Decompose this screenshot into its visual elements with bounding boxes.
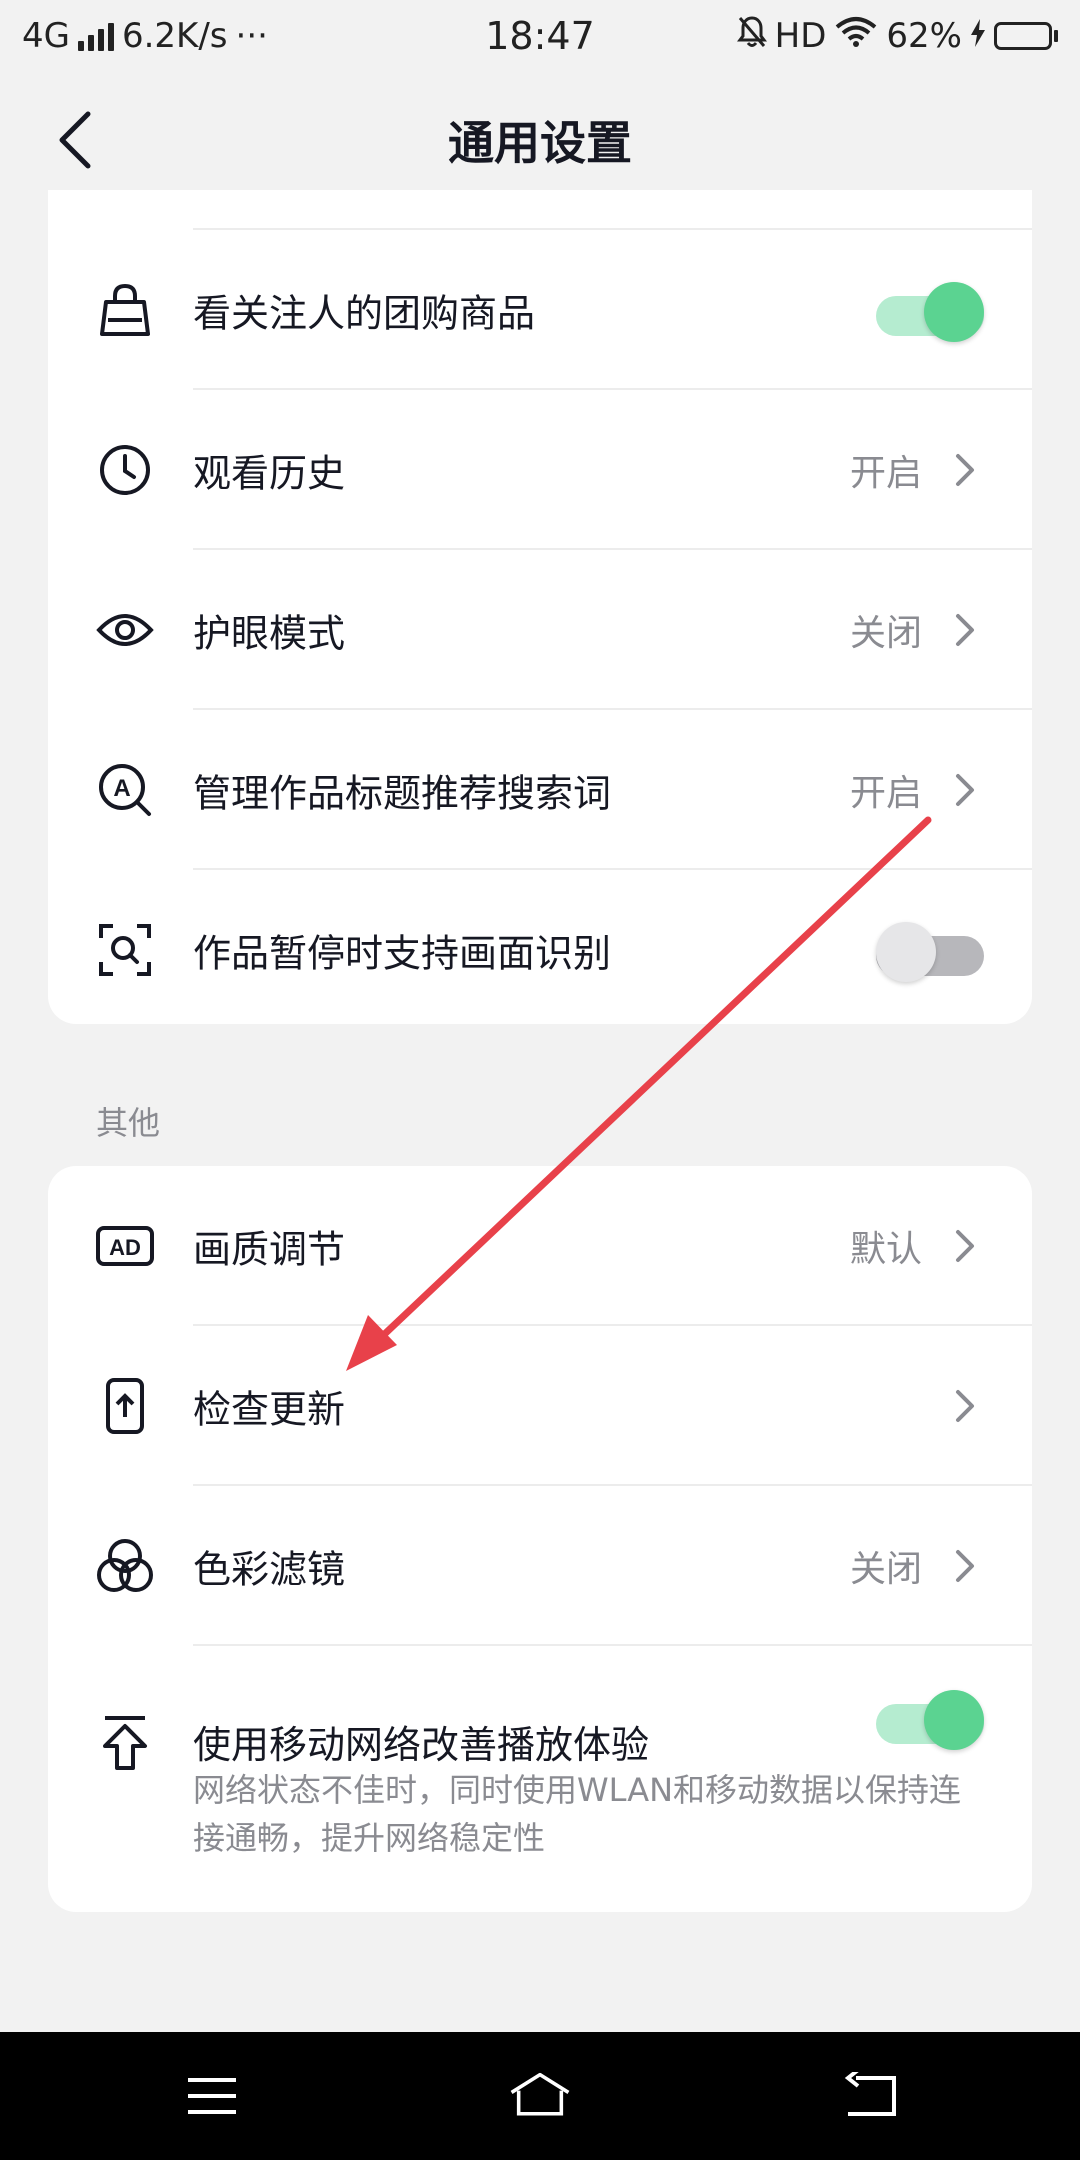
setting-row-group-buy[interactable]: 看关注人的团购商品 — [48, 230, 1032, 390]
phone-update-icon — [96, 1377, 154, 1435]
ad-icon: AD — [96, 1217, 154, 1275]
setting-label: 护眼模式 — [193, 611, 346, 656]
battery-icon — [994, 22, 1058, 50]
setting-label: 作品暂停时支持画面识别 — [193, 931, 612, 976]
pause-recognition-toggle[interactable] — [876, 922, 984, 982]
setting-label: 使用移动网络改善播放体验 — [193, 1723, 650, 1767]
clock-icon — [96, 441, 154, 499]
system-nav-bar — [0, 2032, 1080, 2160]
setting-row-search-terms[interactable]: A 管理作品标题推荐搜索词 开启 — [48, 710, 1032, 870]
setting-label: 色彩滤镜 — [193, 1547, 346, 1592]
chevron-right-icon — [956, 1550, 974, 1582]
setting-row-eye-care[interactable]: 护眼模式 关闭 — [48, 550, 1032, 710]
setting-row-video-quality[interactable]: AD 画质调节 默认 — [48, 1166, 1032, 1326]
mobile-network-toggle[interactable] — [876, 1690, 984, 1750]
setting-row-color-filter[interactable]: 色彩滤镜 关闭 — [48, 1486, 1032, 1646]
setting-value: 关闭 — [849, 1549, 922, 1590]
menu-icon — [188, 2078, 236, 2114]
upload-arrow-icon — [96, 1714, 154, 1772]
setting-label: 管理作品标题推荐搜索词 — [193, 771, 612, 816]
back-arrow-icon — [59, 111, 91, 169]
svg-text:A: A — [113, 775, 130, 802]
setting-row-watch-history[interactable]: 观看历史 开启 — [48, 390, 1032, 550]
more-indicator: ··· — [235, 16, 268, 56]
setting-value: 关闭 — [849, 613, 922, 654]
svg-text:AD: AD — [109, 1235, 141, 1260]
setting-label: 观看历史 — [193, 451, 346, 496]
page-title: 通用设置 — [448, 116, 632, 170]
wifi-icon — [834, 16, 878, 57]
back-nav-button[interactable] — [838, 2066, 902, 2126]
chevron-right-icon — [956, 614, 974, 646]
eye-icon — [96, 601, 154, 659]
setting-label: 画质调节 — [193, 1227, 346, 1272]
home-icon — [510, 2072, 570, 2116]
settings-card-other: AD 画质调节 默认 检查更新 色彩滤镜 关闭 使用移动网络改善播放体验 网络状… — [48, 1166, 1032, 1912]
shopping-bag-icon — [96, 281, 154, 339]
setting-value: 默认 — [849, 1229, 922, 1270]
mute-bell-icon — [736, 15, 767, 58]
network-speed: 6.2K/s — [121, 16, 228, 56]
home-button[interactable] — [508, 2066, 572, 2126]
setting-row-check-update[interactable]: 检查更新 — [48, 1326, 1032, 1486]
back-button[interactable] — [44, 104, 104, 176]
group-buy-toggle[interactable] — [876, 282, 984, 342]
menu-button[interactable] — [180, 2066, 244, 2126]
setting-value: 开启 — [849, 453, 922, 494]
return-icon — [844, 2072, 896, 2116]
color-filter-icon — [96, 1537, 154, 1595]
chevron-right-icon — [956, 774, 974, 806]
search-a-icon: A — [96, 761, 154, 819]
chevron-right-icon — [956, 1390, 974, 1422]
chevron-right-icon — [956, 1230, 974, 1262]
battery-percent: 62% — [886, 16, 962, 56]
status-bar: 4G 6.2K/s ··· 18:47 HD 62% — [0, 0, 1080, 72]
header: 通用设置 — [0, 72, 1080, 208]
charging-icon — [970, 16, 986, 56]
settings-card-general: 看关注人的团购商品 观看历史 开启 护眼模式 关闭 A 管理作品标题推荐搜索词 … — [48, 190, 1032, 1024]
chevron-right-icon — [956, 454, 974, 486]
setting-value: 开启 — [849, 773, 922, 814]
setting-row-mobile-network[interactable]: 使用移动网络改善播放体验 网络状态不佳时，同时使用WLAN和移动数据以保持连接通… — [48, 1646, 1032, 1912]
signal-icon — [77, 21, 114, 51]
setting-row-pause-recognition[interactable]: 作品暂停时支持画面识别 — [48, 870, 1032, 1024]
setting-description: 网络状态不佳时，同时使用WLAN和移动数据以保持连接通畅，提升网络稳定性 — [193, 1771, 962, 1857]
network-type: 4G — [22, 16, 70, 56]
setting-label: 看关注人的团购商品 — [193, 291, 536, 336]
setting-label: 检查更新 — [193, 1387, 346, 1432]
hd-badge: HD — [774, 16, 827, 56]
section-header-other: 其他 — [96, 1104, 161, 1142]
scan-icon — [96, 921, 154, 979]
